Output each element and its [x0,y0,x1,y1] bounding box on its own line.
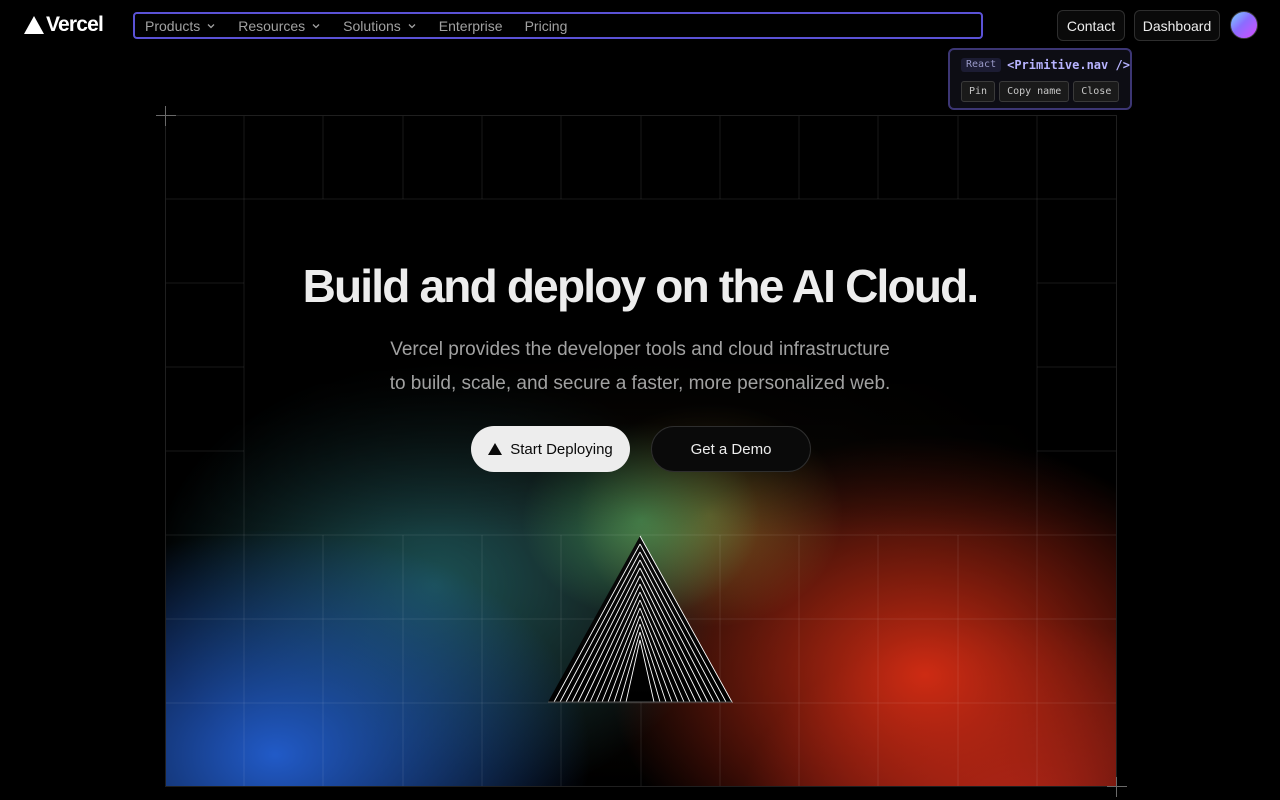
vercel-triangle-icon [488,443,503,455]
hero-subline-2: to build, scale, and secure a faster, mo… [389,373,891,394]
nav-item-enterprise[interactable]: Enterprise [437,15,515,37]
chevron-down-icon [408,23,416,28]
close-button[interactable]: Close [1073,81,1120,102]
pin-button[interactable]: Pin [961,81,996,102]
vercel-triangle-icon [24,16,44,34]
chevron-down-icon [312,23,320,28]
main-nav: Products Resources Solutions Enterprise … [133,12,983,39]
hero-subline-1: Vercel provides the developer tools and … [390,339,890,360]
contact-button[interactable]: Contact [1057,10,1125,41]
nav-item-label: Products [145,17,201,34]
nav-item-products[interactable]: Products [143,15,228,37]
hero-subheadline: Vercel provides the developer tools and … [0,333,1280,401]
corner-crosshair-bottom-right [1107,777,1127,797]
chevron-down-icon [207,23,215,28]
start-deploying-button[interactable]: Start Deploying [471,426,630,472]
inspector-header: React <Primitive.nav /> [961,58,1130,72]
get-a-demo-button[interactable]: Get a Demo [651,426,811,472]
nav-item-resources[interactable]: Resources [236,15,333,37]
nav-item-label: Pricing [524,17,568,34]
start-deploying-label: Start Deploying [510,440,613,458]
framework-badge: React [961,58,1002,72]
prism-triangle-graphic [548,535,733,703]
dashboard-button[interactable]: Dashboard [1134,10,1220,41]
nav-item-label: Resources [238,17,306,34]
nav-item-label: Solutions [343,17,401,34]
inspector-actions: Pin Copy name Close [961,81,1120,102]
site-header: Vercel Products Resources Solutions Ente… [0,0,1280,50]
user-avatar[interactable] [1230,11,1258,39]
nav-item-pricing[interactable]: Pricing [523,15,580,37]
vercel-logo-link[interactable]: Vercel [24,13,104,37]
component-inspector-popup: React <Primitive.nav /> Pin Copy name Cl… [948,48,1132,110]
nav-item-solutions[interactable]: Solutions [341,15,429,37]
corner-crosshair-top-left [156,106,176,126]
nav-item-label: Enterprise [438,17,503,34]
brand-name: Vercel [46,13,104,36]
hero-headline: Build and deploy on the AI Cloud. [302,260,980,312]
component-name: <Primitive.nav /> [1007,58,1130,72]
copy-name-button[interactable]: Copy name [999,81,1070,102]
